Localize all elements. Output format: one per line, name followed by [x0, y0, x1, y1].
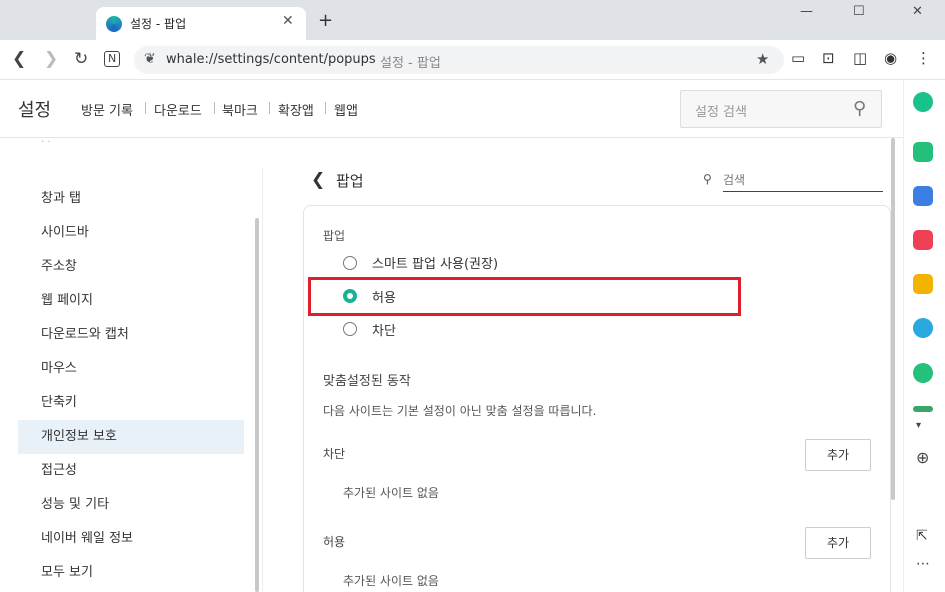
block-section-label: 차단 [323, 447, 346, 461]
nav-separator [269, 102, 270, 114]
pocket-app-icon[interactable] [913, 230, 933, 250]
back-arrow-icon[interactable]: ❮ [311, 170, 325, 190]
nav-separator [325, 102, 326, 114]
sidebar-item-sidebar[interactable]: 사이드바 [18, 216, 244, 250]
sidebar-toggle-icon[interactable]: ◫ [853, 49, 867, 67]
reload-icon[interactable]: ↻ [74, 49, 88, 69]
green-circle-app-icon[interactable] [913, 92, 933, 112]
star-app-icon[interactable] [913, 274, 933, 294]
video-icon[interactable]: ▭ [791, 49, 805, 67]
nav-history[interactable]: 방문 기록 [81, 100, 133, 119]
content-search-placeholder: 검색 [723, 173, 746, 187]
new-tab-button[interactable]: + [318, 12, 333, 30]
profile-icon[interactable]: ◉ [884, 49, 897, 67]
app-rail: ▾ ⊕ ⇱ ⋯ [903, 80, 945, 592]
allow-add-button[interactable]: 추가 [805, 527, 871, 559]
play-app-icon[interactable] [913, 363, 933, 383]
option-smart-popup-label[interactable]: 스마트 팝업 사용(권장) [372, 253, 498, 272]
close-window-button[interactable]: ✕ [912, 4, 923, 19]
forward-icon[interactable]: ❯ [44, 49, 58, 69]
nav-webapps[interactable]: 웹앱 [334, 100, 358, 119]
settings-search-input[interactable]: 설정 검색 ⚲ [680, 90, 882, 128]
alarm-app-icon[interactable] [913, 142, 933, 162]
more-icon[interactable]: ⋯ [916, 556, 930, 572]
translate-app-icon[interactable] [913, 318, 933, 338]
nav-extensions[interactable]: 확장앱 [278, 100, 314, 119]
custom-description: 다음 사이트는 기본 설정이 아닌 맞춤 설정을 따릅니다. [323, 404, 597, 418]
sidebar-scrollbar[interactable] [255, 218, 259, 592]
page-title[interactable]: 설정 [18, 96, 51, 122]
custom-heading: 맞춤설정된 동작 [323, 374, 411, 389]
maximize-button[interactable]: ☐ [853, 4, 865, 19]
settings-sidebar: · · 창과 탭 사이드바 주소창 웹 페이지 다운로드와 캡처 마우스 단축키… [16, 138, 262, 592]
navigation-bar: ❮ ❯ ↻ N ❦ whale://settings/content/popup… [0, 40, 945, 80]
option-block-label[interactable]: 차단 [372, 320, 396, 339]
sidebar-item-download-capture[interactable]: 다운로드와 캡처 [18, 318, 244, 352]
minimize-button[interactable]: — [800, 4, 813, 19]
search-icon[interactable]: ⚲ [853, 98, 866, 119]
settings-header: 설정 방문 기록 다운로드 북마크 확장앱 웹앱 설정 검색 ⚲ [0, 80, 903, 138]
url-page-title: 설정 - 팝업 [380, 56, 441, 71]
sidebar-item-windows-tabs[interactable]: 창과 탭 [18, 182, 244, 216]
allow-section-label: 허용 [323, 535, 346, 549]
search-placeholder: 설정 검색 [695, 105, 747, 120]
external-link-icon[interactable]: ⇱ [916, 528, 928, 544]
tab-close-icon[interactable]: ✕ [282, 13, 294, 29]
tab-settings[interactable]: 설정 - 팝업 ✕ [96, 7, 306, 40]
tab-title: 설정 - 팝업 [130, 17, 187, 31]
allow-empty-text: 추가된 사이트 없음 [343, 574, 439, 588]
block-add-button[interactable]: 추가 [805, 439, 871, 471]
expand-down-icon[interactable]: ▾ [916, 420, 921, 431]
content-scrollbar[interactable] [891, 138, 895, 500]
bookmark-star-icon[interactable]: ★ [756, 50, 769, 68]
whale-logo-icon [106, 16, 122, 32]
address-bar[interactable]: ❦ whale://settings/content/popups 설정 - 팝… [134, 46, 784, 74]
sidebar-item-view-all[interactable]: 모두 보기 [18, 556, 244, 590]
content-title: 팝업 [336, 172, 364, 190]
search-underline [723, 191, 883, 192]
search-icon: ⚲ [703, 172, 712, 186]
sidebar-item-mouse[interactable]: 마우스 [18, 352, 244, 386]
sidebar-item-accessibility[interactable]: 접근성 [18, 454, 244, 488]
radio-smart-popup[interactable] [343, 256, 357, 270]
title-bar: 설정 - 팝업 ✕ + — ☐ ✕ [0, 0, 945, 40]
url-text[interactable]: whale://settings/content/popups [166, 52, 376, 67]
menu-icon[interactable]: ⋮ [916, 49, 931, 67]
sidebar-item-about[interactable]: 네이버 웨일 정보 [18, 522, 244, 556]
content-search-input[interactable]: ⚲ 검색 [703, 170, 883, 192]
highlight-box [308, 277, 741, 316]
section-label: 팝업 [323, 229, 346, 243]
site-info-icon[interactable]: ❦ [144, 51, 156, 67]
radio-block[interactable] [343, 322, 357, 336]
naver-icon[interactable]: N [104, 51, 121, 67]
sidebar-divider [262, 168, 263, 592]
sidebar-item-web-page[interactable]: 웹 페이지 [18, 284, 244, 318]
sidebar-item-performance[interactable]: 성능 및 기타 [18, 488, 244, 522]
block-empty-text: 추가된 사이트 없음 [343, 486, 439, 500]
capture-icon[interactable]: ⊡ [822, 49, 835, 67]
back-icon[interactable]: ❮ [12, 49, 26, 69]
sidebar-item-partial: · · [41, 138, 51, 148]
sidebar-item-privacy[interactable]: 개인정보 보호 [18, 420, 244, 454]
sidebar-item-shortcuts[interactable]: 단축키 [18, 386, 244, 420]
sidebar-item-address-bar[interactable]: 주소창 [18, 250, 244, 284]
nav-separator [214, 102, 215, 114]
nav-bookmarks[interactable]: 북마크 [222, 100, 258, 119]
partial-app-icon[interactable] [913, 406, 933, 412]
nav-separator [145, 102, 146, 114]
briefcase-app-icon[interactable] [913, 186, 933, 206]
add-app-icon[interactable]: ⊕ [916, 448, 929, 467]
nav-downloads[interactable]: 다운로드 [154, 100, 202, 119]
